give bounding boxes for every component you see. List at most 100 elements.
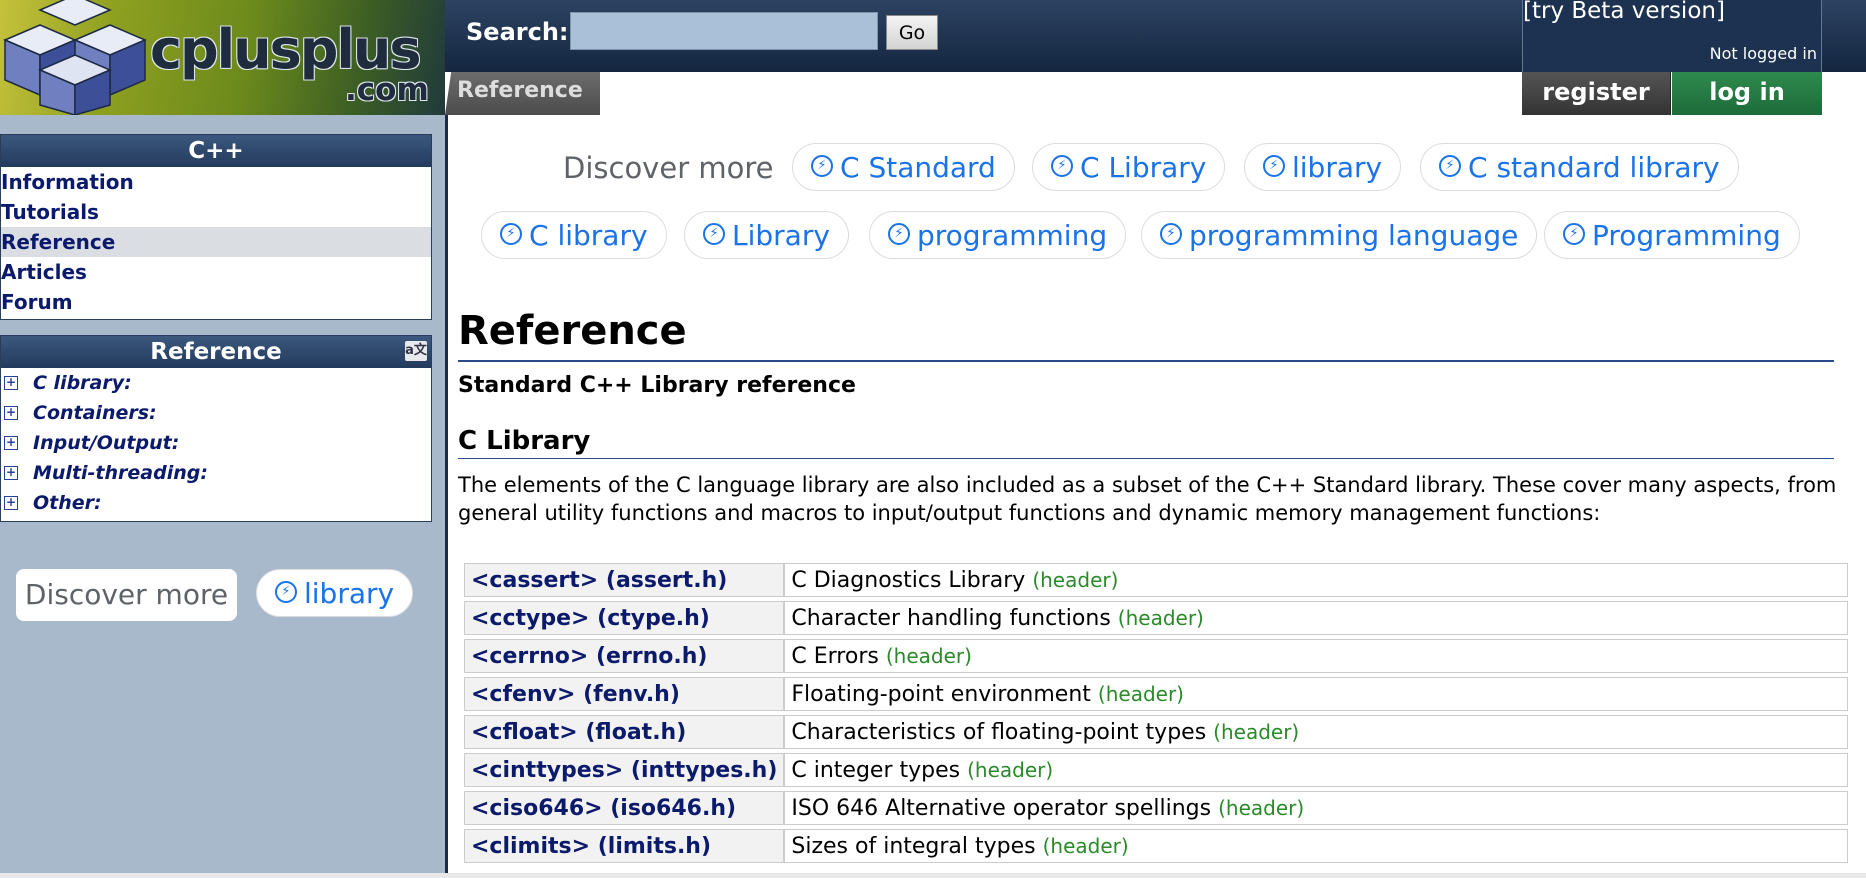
header-description: Characteristics of floating-point types … [784, 715, 1849, 749]
expand-icon[interactable]: + [4, 436, 18, 450]
header-name-link[interactable]: <cinttypes> (inttypes.h) [464, 753, 785, 787]
header-name-link[interactable]: <cctype> (ctype.h) [464, 601, 785, 635]
reference-box: Reference a文 + C library: + Containers: + I… [0, 335, 432, 522]
bolt-icon: ⚡ [500, 223, 522, 245]
header-type: (header) [1117, 605, 1204, 630]
header-type: (header) [885, 643, 972, 668]
go-button[interactable]: Go [886, 15, 938, 50]
sidebar-item-forum[interactable]: Forum [1, 287, 431, 317]
table-row: <cassert> (assert.h) C Diagnostics Librar… [464, 563, 1849, 597]
register-button[interactable]: register [1522, 72, 1671, 115]
ref-item-label: Multi-threading: [33, 462, 208, 484]
ref-item-label: C library: [33, 372, 132, 394]
header-name-link[interactable]: <cerrno> (errno.h) [464, 639, 785, 673]
sidebar-discover-label: Discover more [16, 569, 237, 621]
chip-label: C standard library [1468, 151, 1720, 184]
section-heading: C Library [458, 426, 591, 456]
ref-item-multi-threading[interactable]: + Multi-threading: [1, 458, 431, 488]
discover-more-label: Discover more [563, 151, 774, 185]
discover-chip[interactable]: ⚡ Library [684, 211, 849, 259]
ref-item-label: Input/Output: [33, 432, 180, 454]
chip-label: library [1292, 151, 1383, 184]
discover-chip[interactable]: ⚡ library [1244, 143, 1402, 191]
nav-box: C++ Information Tutorials Reference Arti… [0, 134, 432, 320]
header-description: C integer types (header) [784, 753, 1849, 787]
header-type: (header) [1218, 795, 1305, 820]
discover-chip[interactable]: ⚡ programming [869, 211, 1127, 259]
breadcrumb-reference[interactable]: Reference [445, 72, 600, 115]
chip-label: Library [732, 219, 830, 252]
header-name-link[interactable]: <ciso646> (iso646.h) [464, 791, 785, 825]
ref-item-label: Containers: [33, 402, 157, 424]
bolt-icon: ⚡ [888, 223, 910, 245]
header-description: Sizes of integral types (header) [784, 829, 1849, 863]
reference-box-title-text: Reference [150, 339, 282, 365]
reference-box-title: Reference a文 [1, 336, 431, 368]
sidebar-item-tutorials[interactable]: Tutorials [1, 197, 431, 227]
header-name-link[interactable]: <cfloat> (float.h) [464, 715, 785, 749]
chip-label: Programming [1592, 219, 1781, 252]
expand-icon[interactable]: + [4, 496, 18, 510]
expand-icon[interactable]: + [4, 406, 18, 420]
chip-label: programming [917, 219, 1108, 252]
header-name-link[interactable]: <cfenv> (fenv.h) [464, 677, 785, 711]
main-content: Discover more ⚡ C Standard ⚡ C Library ⚡ li… [448, 115, 1866, 878]
header-description: Floating-point environment (header) [784, 677, 1849, 711]
chip-label: library [304, 577, 395, 610]
bolt-icon: ⚡ [703, 223, 725, 245]
login-button[interactable]: log in [1672, 72, 1822, 115]
site-logo[interactable]: cplusplus .com [0, 0, 445, 115]
beta-version-link[interactable]: [try Beta version] [1523, 0, 1725, 24]
expand-icon[interactable]: + [4, 466, 18, 480]
account-box: [try Beta version] Not logged in [1522, 0, 1822, 72]
sidebar-item-information[interactable]: Information [1, 167, 431, 197]
header-description: C Errors (header) [784, 639, 1849, 673]
header-description: Character handling functions (header) [784, 601, 1849, 635]
discover-chip[interactable]: ⚡ programming language [1141, 211, 1538, 259]
header-desc-text: Floating-point environment [791, 681, 1091, 707]
page-subtitle: Standard C++ Library reference [458, 373, 856, 398]
bolt-icon: ⚡ [1263, 155, 1285, 177]
bolt-icon: ⚡ [1160, 223, 1182, 245]
search-input[interactable] [570, 12, 878, 50]
translate-icon[interactable]: a文 [405, 341, 427, 361]
header-desc-text: Characteristics of floating-point types [791, 719, 1207, 745]
header-desc-text: C Diagnostics Library [791, 567, 1026, 593]
discover-chip[interactable]: ⚡ C Library [1032, 143, 1226, 191]
header-name-link[interactable]: <climits> (limits.h) [464, 829, 785, 863]
header-description: C Diagnostics Library (header) [784, 563, 1849, 597]
ref-item-c-library[interactable]: + C library: [1, 368, 431, 398]
header-type: (header) [1213, 719, 1300, 744]
ref-item-input-output[interactable]: + Input/Output: [1, 428, 431, 458]
ref-item-containers[interactable]: + Containers: [1, 398, 431, 428]
header-desc-text: C integer types [791, 757, 961, 783]
discover-chip[interactable]: ⚡ C standard library [1420, 143, 1739, 191]
bolt-icon: ⚡ [1439, 155, 1461, 177]
sidebar-item-articles[interactable]: Articles [1, 257, 431, 287]
sidebar-item-reference[interactable]: Reference [1, 227, 431, 257]
chip-label: programming language [1189, 219, 1519, 252]
header-desc-text: Character handling functions [791, 605, 1111, 631]
expand-icon[interactable]: + [4, 376, 18, 390]
discover-chip[interactable]: ⚡ C Standard [792, 143, 1015, 191]
discover-chip[interactable]: ⚡ Programming [1544, 211, 1800, 259]
sidebar-discover-chip[interactable]: ⚡ library [256, 569, 414, 617]
table-row: <cerrno> (errno.h) C Errors (header) [464, 639, 1849, 673]
bolt-icon: ⚡ [1563, 223, 1585, 245]
ref-item-other[interactable]: + Other: [1, 488, 431, 518]
chip-label: C library [529, 219, 648, 252]
header-name-link[interactable]: <cassert> (assert.h) [464, 563, 785, 597]
header-table: <cassert> (assert.h) C Diagnostics Librar… [464, 559, 1849, 867]
header-desc-text: Sizes of integral types [791, 833, 1036, 859]
table-row: <cctype> (ctype.h) Character handling fun… [464, 601, 1849, 635]
discover-chip[interactable]: ⚡ C library [481, 211, 667, 259]
section-intro: The elements of the C language library a… [458, 473, 1837, 525]
logo-suffix: .com [345, 72, 429, 108]
logo-cubes-icon [3, 0, 147, 115]
chip-label: C Standard [840, 151, 996, 184]
bolt-icon: ⚡ [811, 155, 833, 177]
login-status: Not logged in [1709, 44, 1817, 63]
header-desc-text: C Errors [791, 643, 879, 669]
nav-box-title: C++ [1, 135, 431, 167]
section-divider [458, 458, 1834, 459]
